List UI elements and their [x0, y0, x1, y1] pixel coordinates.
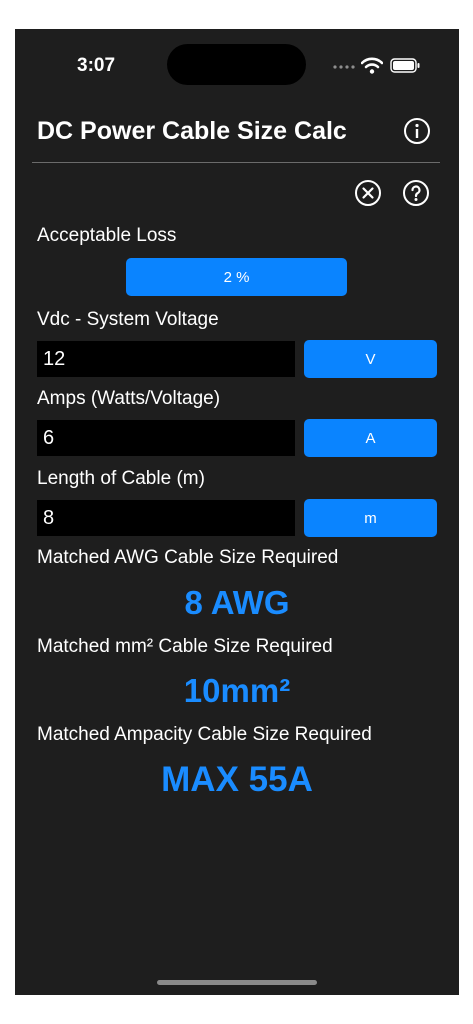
- home-indicator[interactable]: [157, 980, 317, 985]
- amps-unit-button[interactable]: A: [304, 419, 437, 457]
- mm2-result-value: 10mm²: [183, 672, 291, 709]
- voltage-input[interactable]: 12: [37, 341, 295, 377]
- acceptable-loss-label: Acceptable Loss: [37, 225, 177, 246]
- header-divider: [32, 162, 440, 163]
- battery-icon: [390, 58, 420, 73]
- cellular-signal-icon: [333, 65, 355, 69]
- app-title: DC Power Cable Size Calc: [37, 117, 347, 145]
- dynamic-island: [167, 44, 306, 85]
- device-screen: 3:07 DC Power Cable Size Calc Acceptable…: [15, 29, 459, 995]
- ampacity-result-value: MAX 55A: [161, 760, 313, 799]
- help-icon[interactable]: [402, 179, 430, 207]
- amps-input[interactable]: 6: [37, 420, 295, 456]
- mm2-result-label: Matched mm² Cable Size Required: [37, 636, 333, 657]
- info-icon[interactable]: [403, 117, 431, 145]
- ampacity-result-label: Matched Ampacity Cable Size Required: [37, 724, 372, 745]
- length-input[interactable]: 8: [37, 500, 295, 536]
- voltage-unit-button[interactable]: V: [304, 340, 437, 378]
- clear-icon[interactable]: [354, 179, 382, 207]
- length-label: Length of Cable (m): [37, 468, 205, 489]
- amps-label: Amps (Watts/Voltage): [37, 388, 221, 409]
- status-time: 3:07: [77, 55, 116, 76]
- awg-result-value: 8 AWG: [184, 584, 290, 621]
- length-unit-button[interactable]: m: [304, 499, 437, 537]
- voltage-label: Vdc - System Voltage: [37, 309, 219, 330]
- wifi-icon: [361, 57, 383, 74]
- awg-result-label: Matched AWG Cable Size Required: [37, 547, 339, 568]
- acceptable-loss-button[interactable]: 2 %: [126, 258, 347, 296]
